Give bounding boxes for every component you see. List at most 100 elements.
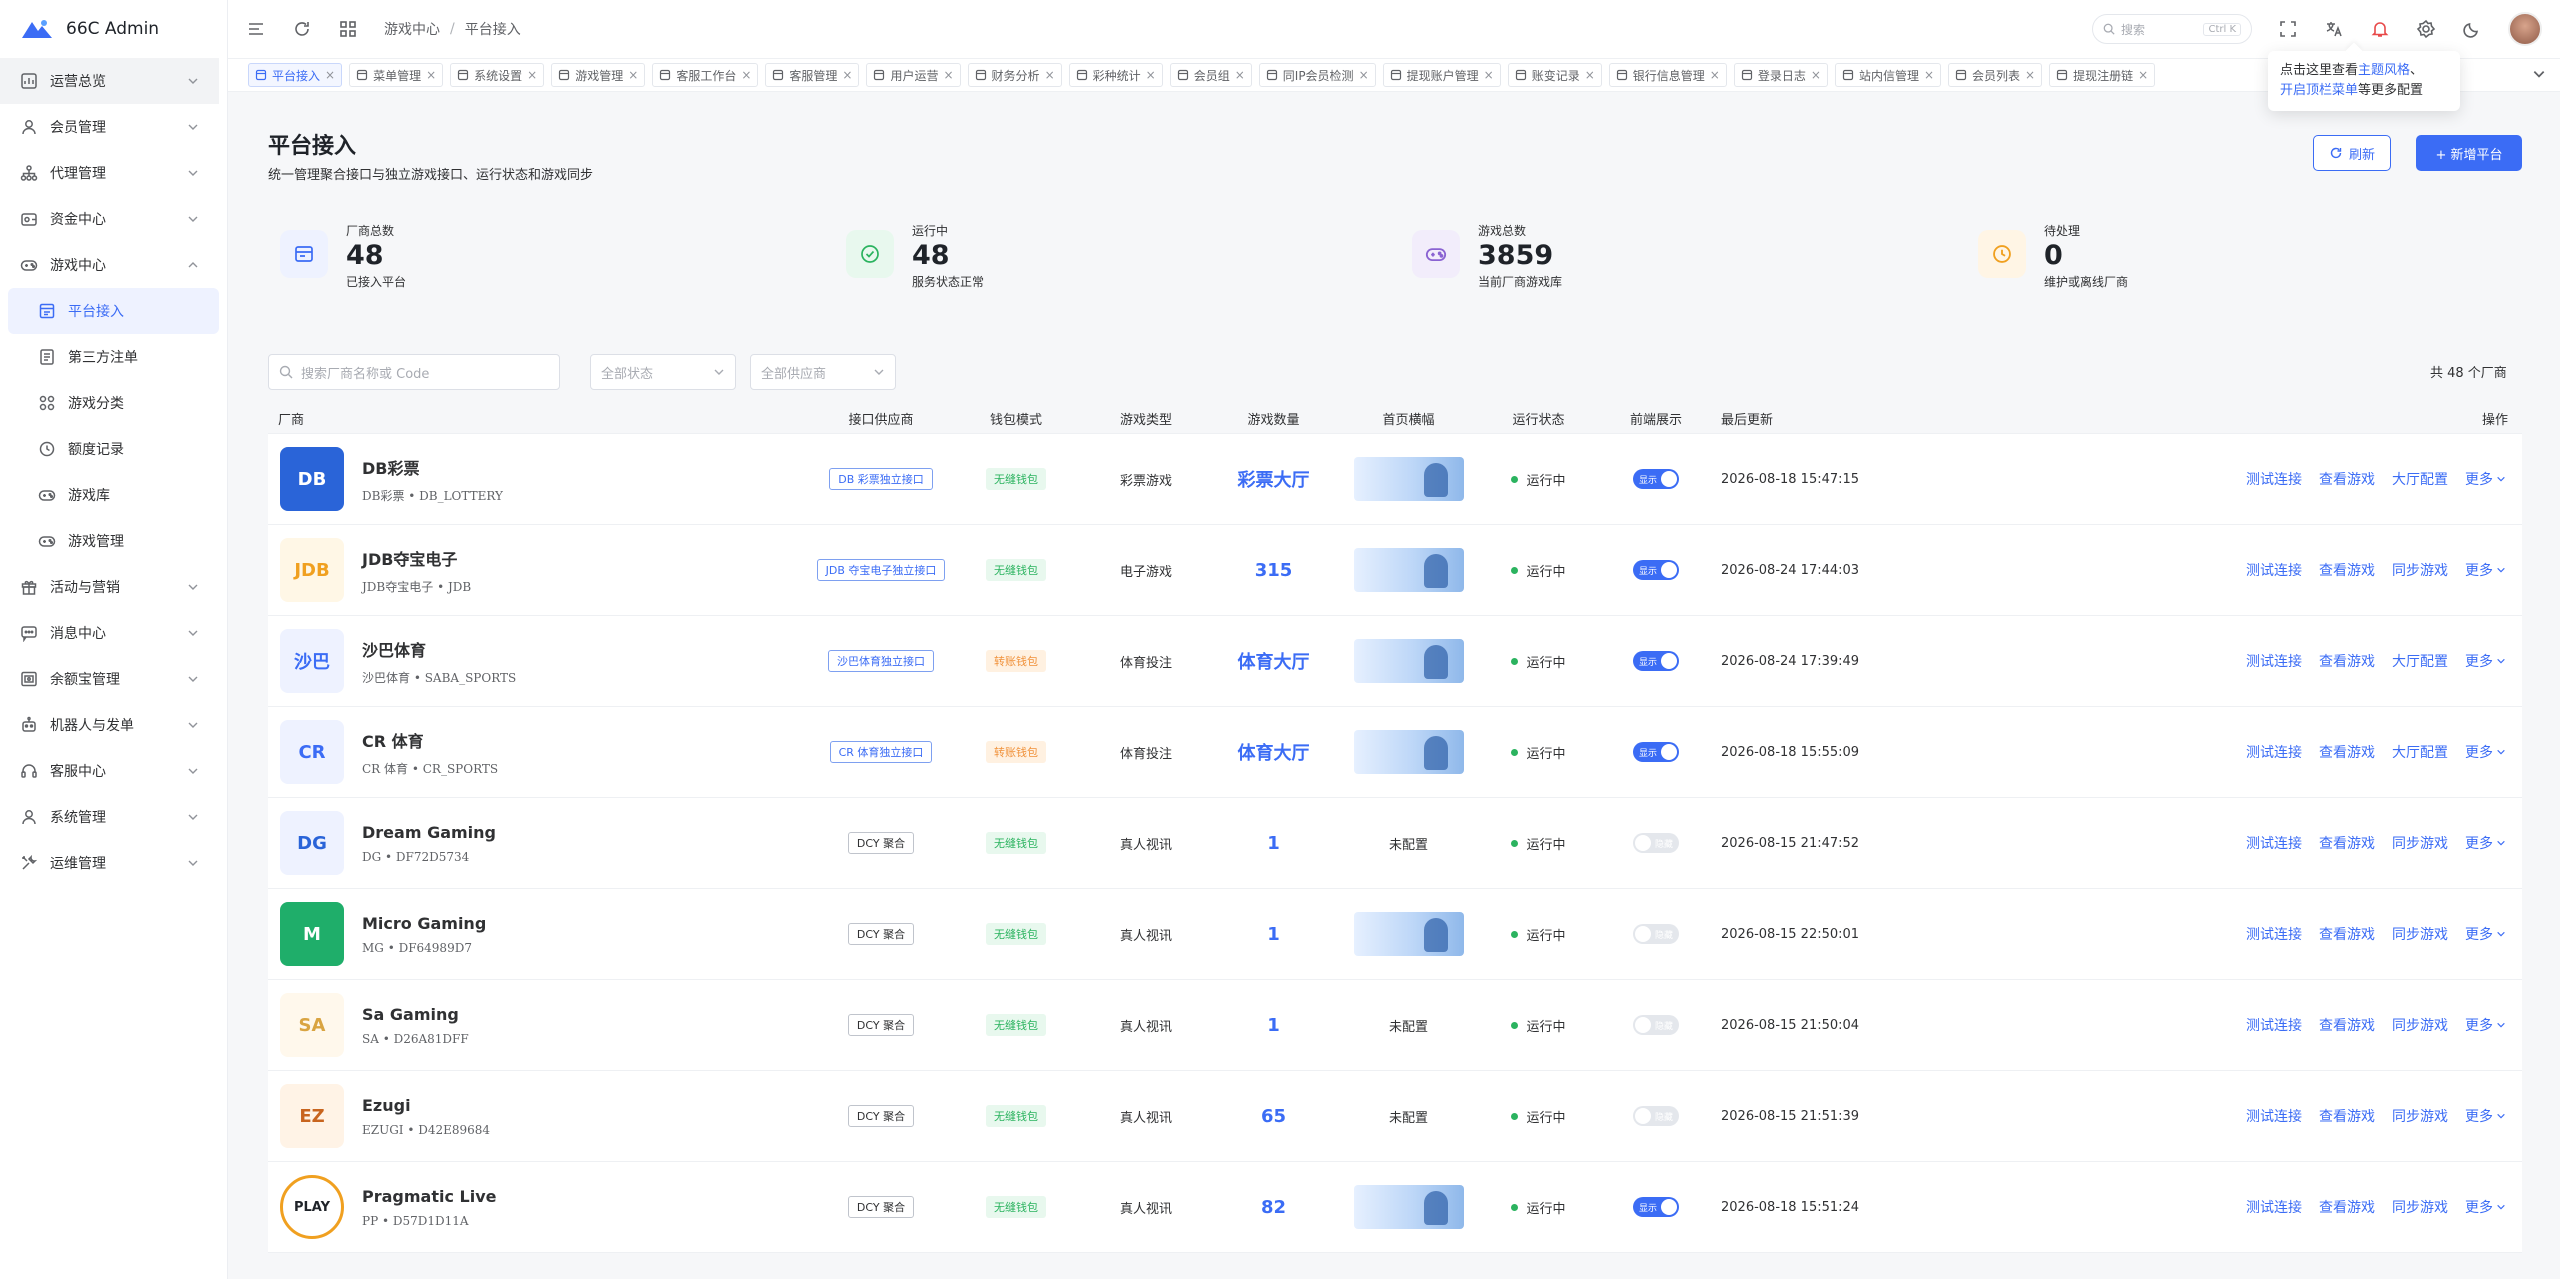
row-action-link[interactable]: 查看游戏 <box>2319 1015 2375 1035</box>
row-action-link[interactable]: 查看游戏 <box>2319 742 2375 762</box>
tab-1[interactable]: 菜单管理 × <box>349 63 444 87</box>
row-action-link[interactable]: 查看游戏 <box>2319 651 2375 671</box>
game-count[interactable]: 体育大厅 <box>1238 648 1310 674</box>
vendor-name[interactable]: CR 体育 <box>362 728 498 752</box>
tip-theme-link[interactable]: 主题风格 <box>2358 63 2410 78</box>
vendor-name[interactable]: Pragmatic Live <box>362 1187 496 1206</box>
row-action-link[interactable]: 同步游戏 <box>2392 1197 2448 1217</box>
tab-7[interactable]: 财务分析 × <box>967 63 1062 87</box>
front-display-toggle[interactable]: 隐藏 <box>1633 1106 1679 1126</box>
row-action-link[interactable]: 大厅配置 <box>2392 651 2448 671</box>
tabs-dropdown-chevron-icon[interactable] <box>2532 67 2546 81</box>
home-banner-thumbnail[interactable] <box>1353 457 1464 501</box>
game-count[interactable]: 1 <box>1267 833 1280 854</box>
vendor-name[interactable]: Ezugi <box>362 1096 490 1115</box>
status-select[interactable]: 全部状态 <box>590 354 736 390</box>
sidebar-item-items_after-4[interactable]: 客服中心 <box>0 748 219 794</box>
row-action-link[interactable]: 同步游戏 <box>2392 833 2448 853</box>
tab-3[interactable]: 游戏管理 × <box>551 63 646 87</box>
close-icon[interactable]: × <box>1710 68 1720 82</box>
row-action-link[interactable]: 测试连接 <box>2246 833 2302 853</box>
home-banner-thumbnail[interactable] <box>1353 548 1464 592</box>
user-avatar[interactable] <box>2508 12 2542 46</box>
row-action-link[interactable]: 查看游戏 <box>2319 1197 2375 1217</box>
home-banner-thumbnail[interactable] <box>1353 730 1464 774</box>
vendor-name[interactable]: Micro Gaming <box>362 914 486 933</box>
tab-9[interactable]: 会员组 × <box>1169 63 1252 87</box>
supplier-select[interactable]: 全部供应商 <box>750 354 896 390</box>
tab-6[interactable]: 用户运营 × <box>866 63 961 87</box>
close-icon[interactable]: × <box>2025 68 2035 82</box>
row-action-link[interactable]: 查看游戏 <box>2319 924 2375 944</box>
tab-2[interactable]: 系统设置 × <box>450 63 545 87</box>
vendor-name[interactable]: Sa Gaming <box>362 1005 469 1024</box>
row-more-dropdown[interactable]: 更多 <box>2465 651 2506 671</box>
close-icon[interactable]: × <box>1924 68 1934 82</box>
close-icon[interactable]: × <box>628 68 638 82</box>
row-action-link[interactable]: 查看游戏 <box>2319 469 2375 489</box>
row-more-dropdown[interactable]: 更多 <box>2465 469 2506 489</box>
vendor-name[interactable]: Dream Gaming <box>362 823 496 842</box>
global-search[interactable]: 搜索 Ctrl K <box>2092 14 2252 44</box>
add-platform-button[interactable]: + 新增平台 <box>2416 135 2522 171</box>
close-icon[interactable]: × <box>1045 68 1055 82</box>
tab-4[interactable]: 客服工作台 × <box>652 63 759 87</box>
close-icon[interactable]: × <box>1585 68 1595 82</box>
home-banner-thumbnail[interactable] <box>1353 912 1464 956</box>
close-icon[interactable]: × <box>325 68 335 82</box>
game-count[interactable]: 1 <box>1267 924 1280 945</box>
sidebar-item-items_after-2[interactable]: 余额宝管理 <box>0 656 219 702</box>
sidebar-item-items-0[interactable]: 运营总览 <box>0 58 219 104</box>
tab-17[interactable]: 提现注册链 × <box>2049 63 2156 87</box>
vendor-search-input[interactable]: 搜索厂商名称或 Code <box>268 354 560 390</box>
tip-topmenu-link[interactable]: 开启顶栏菜单 <box>2280 83 2358 98</box>
home-banner-thumbnail[interactable] <box>1353 1185 1464 1229</box>
front-display-toggle[interactable]: 隐藏 <box>1633 833 1679 853</box>
close-icon[interactable]: × <box>1811 68 1821 82</box>
front-display-toggle[interactable]: 隐藏 <box>1633 924 1679 944</box>
row-action-link[interactable]: 查看游戏 <box>2319 560 2375 580</box>
sidebar-item-game_sub-3[interactable]: 额度记录 <box>0 426 219 472</box>
notification-bell-icon[interactable] <box>2370 19 2390 39</box>
row-action-link[interactable]: 查看游戏 <box>2319 1106 2375 1126</box>
front-display-toggle[interactable]: 隐藏 <box>1633 1015 1679 1035</box>
row-action-link[interactable]: 大厅配置 <box>2392 742 2448 762</box>
dark-mode-moon-icon[interactable] <box>2462 19 2482 39</box>
row-action-link[interactable]: 测试连接 <box>2246 742 2302 762</box>
game-count[interactable]: 315 <box>1255 560 1293 581</box>
tab-13[interactable]: 银行信息管理 × <box>1608 63 1727 87</box>
row-action-link[interactable]: 测试连接 <box>2246 1106 2302 1126</box>
breadcrumb-item[interactable]: 游戏中心 <box>384 19 440 39</box>
row-action-link[interactable]: 查看游戏 <box>2319 833 2375 853</box>
apps-grid-icon[interactable] <box>338 19 358 39</box>
tab-15[interactable]: 站内信管理 × <box>1834 63 1942 87</box>
tab-11[interactable]: 提现账户管理 × <box>1382 63 1501 87</box>
row-action-link[interactable]: 同步游戏 <box>2392 1015 2448 1035</box>
vendor-name[interactable]: 沙巴体育 <box>362 637 516 661</box>
row-action-link[interactable]: 同步游戏 <box>2392 924 2448 944</box>
sidebar-item-game_sub-4[interactable]: 游戏库 <box>0 472 219 518</box>
sidebar-item-items_after-6[interactable]: 运维管理 <box>0 840 219 886</box>
row-action-link[interactable]: 同步游戏 <box>2392 560 2448 580</box>
close-icon[interactable]: × <box>426 68 436 82</box>
game-count[interactable]: 82 <box>1261 1197 1286 1218</box>
row-more-dropdown[interactable]: 更多 <box>2465 1015 2506 1035</box>
tab-12[interactable]: 账变记录 × <box>1507 63 1602 87</box>
vendor-name[interactable]: JDB夺宝电子 <box>362 546 471 570</box>
tab-14[interactable]: 登录日志 × <box>1733 63 1828 87</box>
sidebar-item-game_sub-5[interactable]: 游戏管理 <box>0 518 219 564</box>
sidebar-item-game_sub-1[interactable]: 第三方注单 <box>0 334 219 380</box>
row-action-link[interactable]: 同步游戏 <box>2392 1106 2448 1126</box>
row-action-link[interactable]: 大厅配置 <box>2392 469 2448 489</box>
row-more-dropdown[interactable]: 更多 <box>2465 742 2506 762</box>
row-action-link[interactable]: 测试连接 <box>2246 469 2302 489</box>
close-icon[interactable]: × <box>943 68 953 82</box>
tab-0[interactable]: 平台接入 × <box>248 63 343 87</box>
close-icon[interactable]: × <box>1235 68 1245 82</box>
close-icon[interactable]: × <box>2138 68 2148 82</box>
home-banner-thumbnail[interactable] <box>1353 639 1464 683</box>
row-more-dropdown[interactable]: 更多 <box>2465 924 2506 944</box>
row-action-link[interactable]: 测试连接 <box>2246 1015 2302 1035</box>
close-icon[interactable]: × <box>842 68 852 82</box>
front-display-toggle[interactable]: 显示 <box>1633 469 1679 489</box>
